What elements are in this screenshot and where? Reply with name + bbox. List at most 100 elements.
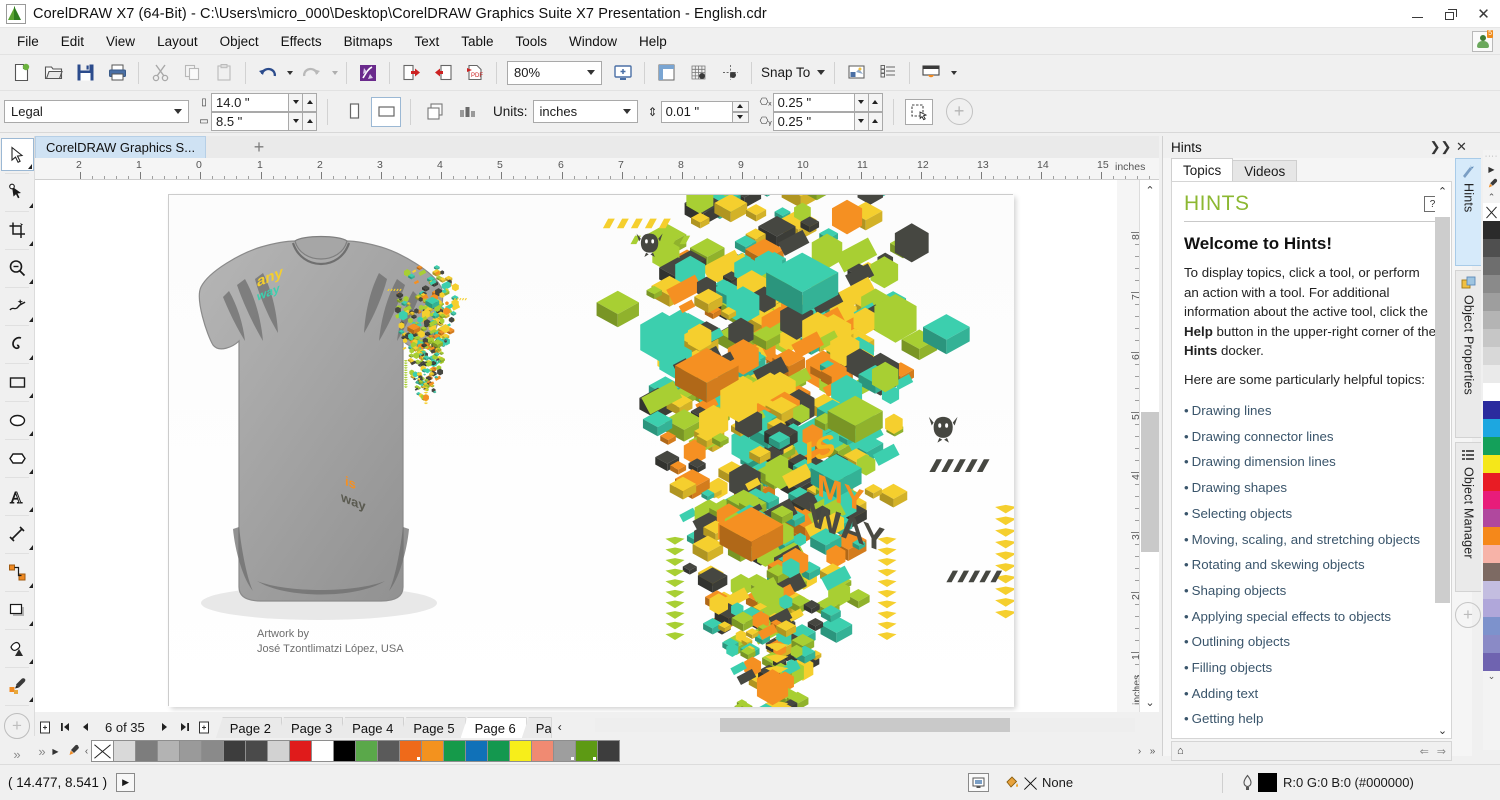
page-width-down[interactable] [289, 93, 303, 112]
right-palette-swatch[interactable] [1483, 635, 1500, 653]
right-palette-swatch[interactable] [1483, 455, 1500, 473]
hints-topic-link[interactable]: •Moving, scaling, and stretching objects [1184, 527, 1437, 553]
tool-artistic-media[interactable] [1, 328, 34, 361]
menu-tools[interactable]: Tools [505, 31, 559, 52]
menu-bitmaps[interactable]: Bitmaps [333, 31, 404, 52]
right-palette-swatch[interactable] [1483, 581, 1500, 599]
hints-topic-link[interactable]: •Drawing dimension lines [1184, 449, 1437, 475]
tool-straight-line-connector[interactable] [1, 556, 34, 589]
export-button[interactable] [428, 58, 458, 88]
scrollbar-thumb[interactable] [1141, 412, 1159, 552]
palette-swatch[interactable] [201, 740, 224, 762]
paste-button[interactable] [209, 58, 239, 88]
page-tab-3[interactable]: Page 3 [277, 717, 343, 738]
palette-swatch[interactable] [179, 740, 202, 762]
outline-status-group[interactable]: R:0 G:0 B:0 (#000000) [1240, 773, 1414, 792]
palette-swatch[interactable] [377, 740, 400, 762]
hints-topic-link[interactable]: •Drawing shapes [1184, 475, 1437, 501]
right-palette-swatch[interactable] [1483, 617, 1500, 635]
page-counter[interactable]: 6 of 35 [95, 720, 155, 735]
document-tab[interactable]: CorelDRAW Graphics S... [35, 136, 206, 158]
palette-swatch[interactable] [421, 740, 444, 762]
right-palette-swatch[interactable] [1483, 419, 1500, 437]
quick-customize-button[interactable] [873, 58, 903, 88]
copy-button[interactable] [177, 58, 207, 88]
save-button[interactable] [70, 58, 100, 88]
vtab-object-properties[interactable]: Object Properties [1455, 270, 1481, 438]
search-content-button[interactable] [353, 58, 383, 88]
hints-topic-link[interactable]: •Filling objects [1184, 655, 1437, 681]
drawing-canvas[interactable]: any way is way [35, 180, 1117, 712]
menu-text[interactable]: Text [403, 31, 450, 52]
right-palette-scroll-up-button[interactable]: ⌃ [1483, 192, 1500, 203]
palette-swatch[interactable] [509, 740, 532, 762]
right-palette-swatch[interactable] [1483, 599, 1500, 617]
menu-help[interactable]: Help [628, 31, 678, 52]
hints-topic-link[interactable]: •Adding text [1184, 681, 1437, 707]
print-button[interactable] [102, 58, 132, 88]
new-button[interactable] [6, 58, 36, 88]
hints-topic-link[interactable]: •Getting help [1184, 706, 1437, 732]
canvas-vertical-scrollbar[interactable]: ⌃ ⌄ [1139, 180, 1159, 712]
units-combo[interactable]: inches [533, 100, 638, 123]
close-button[interactable]: ✕ [1467, 0, 1500, 28]
nudge-down[interactable] [733, 112, 749, 123]
tool-crop[interactable] [1, 214, 34, 247]
document-color-settings-icon[interactable] [968, 773, 989, 792]
hints-back-button[interactable]: ⇐ [1420, 745, 1429, 758]
tab-topics[interactable]: Topics [1171, 158, 1233, 181]
hints-home-button[interactable]: ⌂ [1177, 745, 1184, 757]
tool-parallel-dimension[interactable] [1, 518, 34, 551]
show-rulers-button[interactable] [651, 58, 681, 88]
right-palette-swatch[interactable] [1483, 563, 1500, 581]
collapse-docker-button[interactable]: ❯❯ [1430, 136, 1451, 158]
vertical-ruler[interactable]: 87654321 inches [1117, 180, 1139, 712]
document-page[interactable]: any way is way [168, 194, 1013, 706]
first-page-button[interactable] [55, 717, 75, 737]
palette-swatch[interactable] [355, 740, 378, 762]
close-docker-button[interactable]: ✕ [1451, 136, 1472, 158]
nudge-input[interactable]: 0.01 " [661, 101, 733, 123]
palette-swatch[interactable] [487, 740, 510, 762]
show-guides-button[interactable] [715, 58, 745, 88]
tool-zoom[interactable] [1, 252, 34, 285]
hints-topic-link[interactable]: •Drawing connector lines [1184, 424, 1437, 450]
duplicate-y-up[interactable] [869, 112, 883, 131]
duplicate-y-input[interactable]: 0.25 " [773, 112, 855, 131]
portrait-button[interactable] [339, 97, 369, 127]
right-palette-swatch[interactable] [1483, 311, 1500, 329]
hints-forward-button[interactable]: ⇒ [1437, 745, 1446, 758]
hints-scroll-up-button[interactable]: ⌃ [1435, 183, 1450, 200]
palette-more-colors-button[interactable]: » [1146, 746, 1159, 757]
add-button[interactable]: + [946, 98, 973, 125]
import-button[interactable] [396, 58, 426, 88]
palette-no-color-swatch[interactable] [91, 740, 114, 762]
palette-swatch[interactable] [443, 740, 466, 762]
palette-swatch[interactable] [531, 740, 554, 762]
scroll-down-button[interactable]: ⌄ [1140, 692, 1160, 712]
page-width-up[interactable] [303, 93, 317, 112]
redo-button[interactable] [297, 58, 327, 88]
account-button[interactable]: 5 [1472, 31, 1493, 52]
hints-topic-link[interactable]: •Outlining objects [1184, 629, 1437, 655]
page-tab-5[interactable]: Page 5 [399, 717, 465, 738]
palette-swatch[interactable] [465, 740, 488, 762]
right-palette-swatch[interactable] [1483, 365, 1500, 383]
palette-swatch[interactable] [553, 740, 576, 762]
canvas-horizontal-scrollbar[interactable] [595, 718, 1135, 732]
open-button[interactable] [38, 58, 68, 88]
tab-videos[interactable]: Videos [1232, 160, 1297, 181]
tool-text[interactable]: A [1, 480, 34, 513]
zoom-level-combo[interactable]: 80% [507, 61, 602, 85]
palette-eyedropper-icon[interactable] [62, 744, 82, 759]
right-palette-swatch[interactable] [1483, 545, 1500, 563]
palette-swatch[interactable] [245, 740, 268, 762]
new-document-tab-button[interactable]: + [245, 136, 273, 158]
page-height-up[interactable] [303, 112, 317, 131]
duplicate-x-up[interactable] [869, 93, 883, 112]
right-palette-swatch[interactable] [1483, 491, 1500, 509]
palette-flyout-arrow[interactable]: ▶ [49, 747, 62, 756]
right-palette-swatch[interactable] [1483, 257, 1500, 275]
right-palette-swatch[interactable] [1483, 293, 1500, 311]
tool-transparency[interactable] [1, 632, 34, 665]
